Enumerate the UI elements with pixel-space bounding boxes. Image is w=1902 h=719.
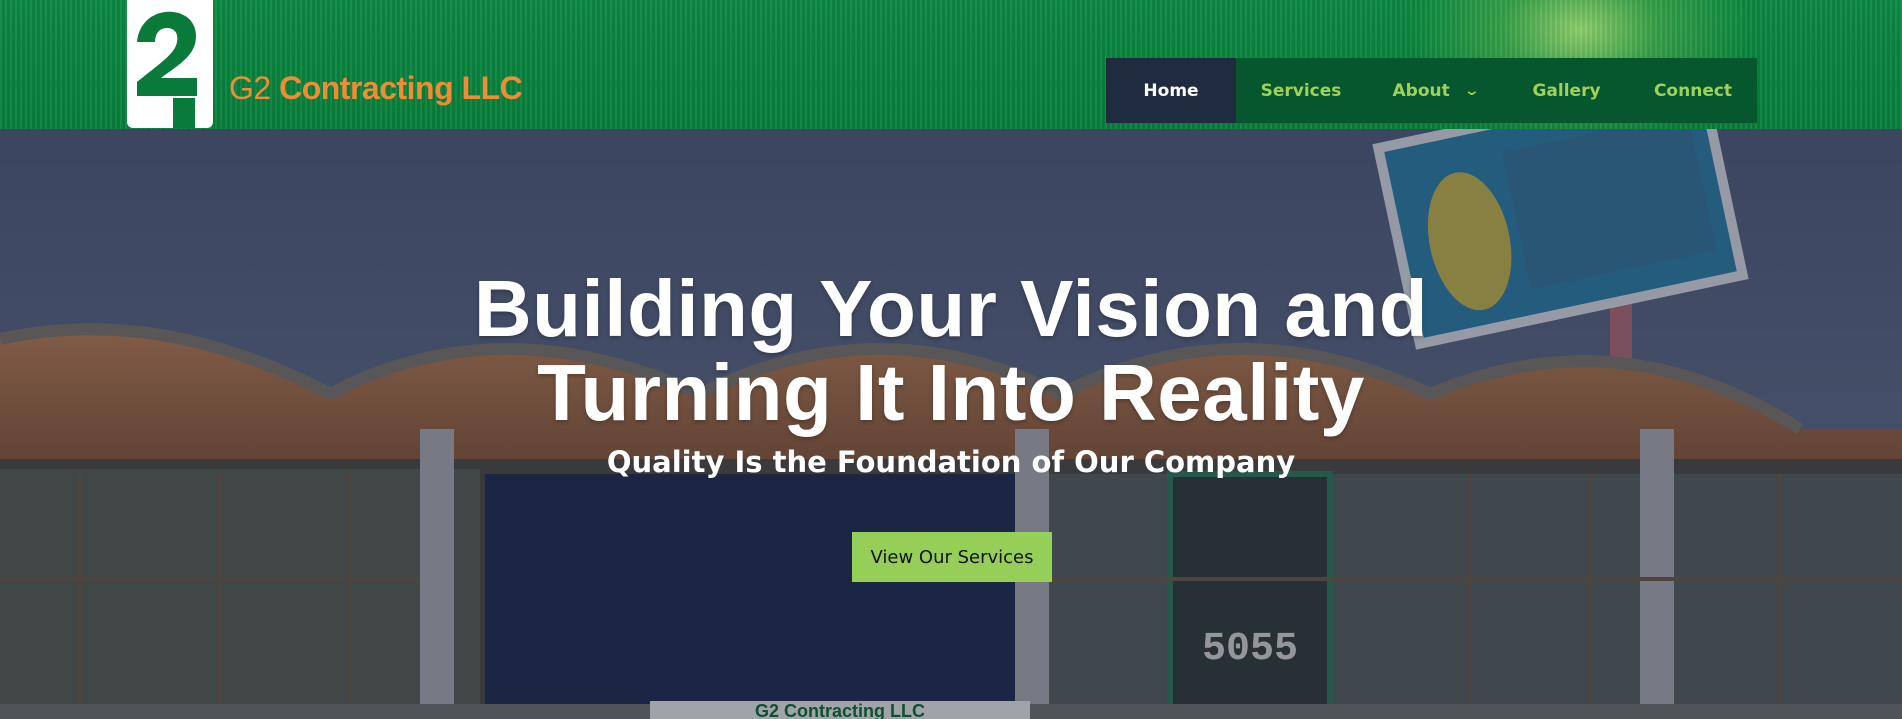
nav-item-label: Services bbox=[1260, 80, 1342, 101]
chevron-down-icon[interactable]: ⌄ bbox=[1463, 83, 1479, 99]
hero-headline-line1: Building Your Vision and bbox=[473, 264, 1429, 353]
hero-headline: Building Your Vision and Turning It Into… bbox=[0, 267, 1902, 435]
nav-item-label: About bbox=[1392, 80, 1450, 101]
nav-item-label: Connect bbox=[1653, 80, 1733, 101]
main-nav: Home Services About ⌄ Gallery Connect bbox=[1106, 58, 1757, 123]
nav-item-about[interactable]: About ⌄ bbox=[1366, 58, 1504, 123]
logo-mark[interactable] bbox=[127, 0, 213, 128]
view-services-button[interactable]: View Our Services bbox=[852, 532, 1052, 582]
site-header: G2 Contracting LLC Home Services About ⌄… bbox=[0, 0, 1902, 129]
brand-name[interactable]: G2 Contracting LLC bbox=[229, 70, 523, 114]
nav-item-connect[interactable]: Connect bbox=[1629, 58, 1757, 123]
nav-item-services[interactable]: Services bbox=[1236, 58, 1366, 123]
brand-name-rest: Contracting LLC bbox=[270, 70, 523, 106]
nav-item-gallery[interactable]: Gallery bbox=[1504, 58, 1629, 123]
hero-subheadline: Quality Is the Foundation of Our Company bbox=[606, 445, 1296, 479]
nav-item-label: Gallery bbox=[1532, 80, 1601, 101]
logo-g2-icon bbox=[137, 11, 197, 128]
hero-headline-line2: Turning It Into Reality bbox=[537, 348, 1365, 437]
brand-name-prefix: G2 bbox=[229, 70, 271, 106]
nav-item-home[interactable]: Home bbox=[1106, 58, 1236, 123]
hero-section: 5055 G2 Contracting LLC Building Your Vi… bbox=[0, 129, 1902, 719]
nav-item-label: Home bbox=[1143, 80, 1199, 101]
